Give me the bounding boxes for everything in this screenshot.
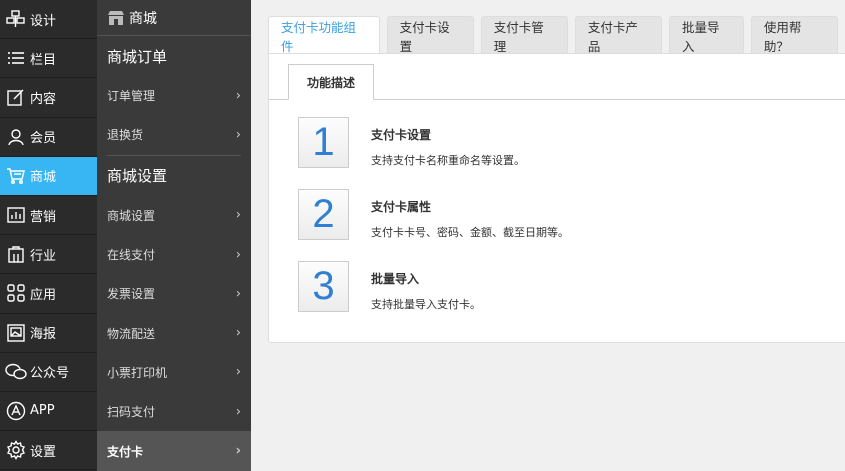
tab-payment-card-settings[interactable]: 支付卡设置 — [386, 16, 474, 54]
chevron-right-icon: › — [235, 404, 241, 420]
sidebar-item-app[interactable]: APP — [0, 391, 97, 432]
sidebar-item-label: 设置 — [30, 444, 57, 460]
tab-batch-import[interactable]: 批量导入 — [668, 16, 744, 54]
sidebar-item-label: 会员 — [30, 131, 57, 147]
feature-number: 3 — [298, 261, 349, 312]
sidebar-item-label: 应用 — [30, 287, 57, 303]
nav-link-invoice-settings[interactable]: 发票设置 › — [97, 274, 251, 313]
list-icon — [2, 39, 30, 78]
gear-icon — [2, 431, 30, 470]
sidebar-item-columns[interactable]: 栏目 — [0, 39, 97, 79]
chevron-right-icon: › — [235, 364, 241, 380]
nav-link-returns[interactable]: 退换货 › — [97, 115, 251, 154]
sidebar-item-apps[interactable]: 应用 — [0, 274, 97, 314]
chevron-right-icon: › — [235, 247, 241, 263]
feature-title: 支付卡设置 — [371, 128, 432, 142]
design-icon — [2, 0, 30, 39]
feature-description: 支持批量导入支付卡。 — [371, 298, 481, 311]
secondary-sidebar-title: 商城 — [129, 10, 157, 27]
chevron-right-icon: › — [235, 286, 241, 302]
feature-description: 支持支付卡名称重命名等设置。 — [371, 154, 525, 167]
sidebar-item-design[interactable]: 设计 — [0, 0, 97, 40]
tab-bar: 支付卡功能组件 支付卡设置 支付卡管理 支付卡产品 批量导入 使用帮助？ — [268, 16, 845, 54]
nav-link-payment-card[interactable]: 支付卡 › — [97, 431, 251, 471]
store-icon — [2, 235, 30, 274]
section-title-orders: 商城订单 — [107, 47, 168, 66]
subtab-feature-description[interactable]: 功能描述 — [288, 64, 375, 100]
feature-item: 1 支付卡设置 支持支付卡名称重命名等设置。 — [298, 117, 838, 169]
app-window: 设计 栏目 内容 会员 商城 营销 行业 应用 海报 公众号 APP 设置 商城… — [0, 0, 845, 471]
user-icon — [2, 117, 30, 156]
secondary-sidebar: 商城 商城订单 订单管理 › 退换货 › 商城设置 商城设置 › 在线支付 › … — [97, 0, 251, 471]
nav-link-order-management[interactable]: 订单管理 › — [97, 76, 251, 115]
sidebar-item-settings[interactable]: 设置 — [0, 431, 97, 471]
nav-link-label: 物流配送 — [107, 326, 156, 341]
nav-link-label: 退换货 — [107, 128, 144, 143]
sidebar-item-poster[interactable]: 海报 — [0, 314, 97, 353]
section-title-mall-settings: 商城设置 — [107, 167, 168, 186]
sidebar-item-label: 行业 — [30, 248, 57, 264]
tab-payment-card-components[interactable]: 支付卡功能组件 — [268, 16, 380, 54]
subtab-bar: 功能描述 — [269, 54, 845, 100]
sidebar-item-industry[interactable]: 行业 — [0, 235, 97, 275]
grid-icon — [2, 274, 30, 313]
sidebar-item-label: 栏目 — [30, 52, 57, 68]
chevron-right-icon: › — [235, 207, 241, 223]
nav-link-label: 小票打印机 — [107, 365, 168, 380]
nav-link-label: 发票设置 — [107, 287, 156, 302]
feature-number: 1 — [298, 117, 349, 168]
sidebar-item-marketing[interactable]: 营销 — [0, 196, 97, 236]
chevron-right-icon: › — [235, 127, 241, 143]
nav-link-label: 商城设置 — [107, 208, 156, 223]
app-icon — [2, 391, 30, 430]
tab-payment-card-management[interactable]: 支付卡管理 — [480, 16, 568, 54]
nav-link-mall-settings[interactable]: 商城设置 › — [97, 196, 251, 235]
feature-number: 2 — [298, 189, 349, 240]
chevron-right-icon: › — [235, 443, 241, 459]
main-content: 支付卡功能组件 支付卡设置 支付卡管理 支付卡产品 批量导入 使用帮助？ 功能描… — [251, 0, 845, 471]
cart-icon — [2, 156, 30, 195]
sidebar-item-official-account[interactable]: 公众号 — [0, 353, 97, 392]
feature-title: 批量导入 — [371, 272, 420, 286]
chevron-right-icon: › — [235, 325, 241, 341]
poster-icon — [2, 313, 30, 352]
sidebar-item-mall[interactable]: 商城 — [0, 156, 97, 196]
tab-payment-card-products[interactable]: 支付卡产品 — [574, 16, 662, 54]
feature-item: 3 批量导入 支持批量导入支付卡。 — [298, 261, 838, 313]
sidebar-item-label: 商城 — [30, 170, 57, 186]
content-panel: 功能描述 1 支付卡设置 支持支付卡名称重命名等设置。 2 支付卡属性 支付卡卡… — [268, 53, 845, 343]
nav-link-label: 扫码支付 — [107, 405, 156, 420]
nav-link-label: 订单管理 — [107, 89, 156, 104]
sidebar-item-label: APP — [30, 403, 55, 419]
nav-link-label: 在线支付 — [107, 248, 156, 263]
sidebar-item-label: 内容 — [30, 91, 57, 107]
sidebar-item-label: 海报 — [30, 327, 57, 343]
chevron-right-icon: › — [235, 88, 241, 104]
edit-icon — [2, 78, 30, 117]
store-icon — [107, 10, 125, 26]
nav-link-scan-payment[interactable]: 扫码支付 › — [97, 392, 251, 431]
feature-title: 支付卡属性 — [371, 200, 432, 214]
sidebar-item-members[interactable]: 会员 — [0, 118, 97, 157]
sidebar-item-content[interactable]: 内容 — [0, 78, 97, 118]
secondary-sidebar-header: 商城 — [97, 0, 251, 36]
sidebar-item-label: 营销 — [30, 209, 57, 225]
sidebar-item-label: 公众号 — [30, 366, 70, 382]
nav-link-label: 支付卡 — [107, 444, 144, 459]
chart-icon — [2, 196, 30, 235]
feature-description: 支付卡卡号、密码、金额、截至日期等。 — [371, 226, 569, 239]
chat-icon — [2, 352, 30, 391]
tab-help[interactable]: 使用帮助？ — [750, 16, 838, 54]
nav-link-receipt-printer[interactable]: 小票打印机 › — [97, 353, 251, 392]
feature-item: 2 支付卡属性 支付卡卡号、密码、金额、截至日期等。 — [298, 189, 838, 241]
primary-sidebar: 设计 栏目 内容 会员 商城 营销 行业 应用 海报 公众号 APP 设置 — [0, 0, 97, 471]
sidebar-item-label: 设计 — [30, 13, 57, 29]
nav-link-online-payment[interactable]: 在线支付 › — [97, 235, 251, 274]
nav-link-logistics[interactable]: 物流配送 › — [97, 313, 251, 352]
